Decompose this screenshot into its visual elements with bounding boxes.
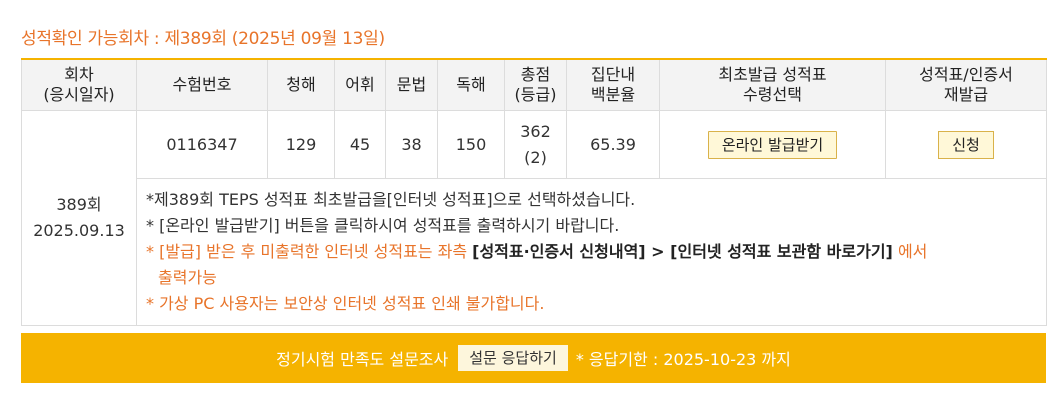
note-line-3-path: [성적표·인증서 신청내역] > [인터넷 성적표 보관함 바로가기]: [472, 242, 893, 261]
table-row: 389회 2025.09.13 0116347 129 45 38 150 36…: [21, 110, 1047, 326]
header-percentile-sub: 백분율: [590, 85, 636, 104]
notes-cell: *제389회 TEPS 성적표 최초발급을[인터넷 성적표]으로 선택하셨습니다…: [136, 178, 1047, 326]
header-first-issue: 최초발급 성적표 수령선택: [659, 58, 886, 111]
header-exam-no: 수험번호: [136, 58, 268, 111]
survey-answer-button[interactable]: 설문 응답하기: [458, 345, 568, 371]
header-reissue-sub: 재발급: [943, 85, 989, 104]
survey-label: 정기시험 만족도 설문조사: [276, 350, 449, 369]
cell-exam-no: 0116347: [136, 110, 268, 179]
header-percentile: 집단내 백분율: [566, 58, 660, 111]
header-first-issue-label: 최초발급 성적표: [718, 65, 827, 84]
header-total: 총점 (등급): [504, 58, 567, 111]
round-value: 389회: [56, 195, 102, 214]
note-line-3: * [발급] 받은 후 미출력한 인터넷 성적표는 좌측 [성적표·인증서 신청…: [146, 239, 1046, 265]
header-first-issue-sub: 수령선택: [743, 85, 802, 104]
note-line-4: 출력가능: [158, 268, 217, 287]
note-line-3-text: * [발급] 받은 후 미출력한 인터넷 성적표는 좌측: [146, 242, 473, 261]
note-line-3-suffix: 에서: [892, 242, 928, 261]
header-reissue: 성적표/인증서 재발급: [885, 58, 1047, 111]
note-line-1: *제389회 TEPS 성적표 최초발급을[인터넷 성적표]으로 선택하셨습니다…: [146, 190, 636, 209]
header-round-label: 회차: [64, 65, 94, 84]
cell-grammar: 38: [385, 110, 438, 179]
score-table: 회차 (응시일자) 수험번호 청해 어휘 문법 독해 총점 (등급) 집단내 백…: [21, 58, 1047, 326]
header-total-sub: (등급): [514, 85, 557, 104]
total-value: 362: [520, 121, 551, 141]
cell-reissue: 신청: [885, 110, 1047, 179]
header-round: 회차 (응시일자): [21, 58, 137, 111]
cell-vocab: 45: [334, 110, 386, 179]
reissue-apply-button[interactable]: 신청: [938, 130, 994, 159]
header-reading: 독해: [437, 58, 505, 111]
header-round-sub: (응시일자): [43, 85, 115, 104]
header-listening: 청해: [267, 58, 335, 111]
survey-deadline: * 응답기한 : 2025-10-23 까지: [575, 350, 791, 369]
header-reissue-label: 성적표/인증서: [919, 65, 1013, 84]
online-issue-button[interactable]: 온라인 발급받기: [707, 130, 838, 159]
cell-round: 389회 2025.09.13: [21, 110, 137, 326]
header-grammar: 문법: [385, 58, 438, 111]
grade-value: (2): [524, 147, 547, 167]
round-date: 2025.09.13: [33, 221, 125, 240]
header-vocab: 어휘: [334, 58, 386, 111]
header-total-label: 총점: [520, 65, 551, 84]
cell-percentile: 65.39: [566, 110, 660, 179]
available-round-title: 성적확인 가능회차 : 제389회 (2025년 09월 13일): [21, 29, 385, 49]
header-percentile-label: 집단내: [590, 65, 636, 84]
cell-reading: 150: [437, 110, 505, 179]
notes-row: *제389회 TEPS 성적표 최초발급을[인터넷 성적표]으로 선택하셨습니다…: [22, 178, 1047, 326]
cell-listening: 129: [267, 110, 335, 179]
table-header-row: 회차 (응시일자) 수험번호 청해 어휘 문법 독해 총점 (등급) 집단내 백…: [21, 58, 1047, 111]
note-line-2: * [온라인 발급받기] 버튼을 클릭하시여 성적표를 출력하시기 바랍니다.: [146, 216, 620, 235]
cell-first-issue: 온라인 발급받기: [659, 110, 886, 179]
note-line-5: * 가상 PC 사용자는 보안상 인터넷 성적표 인쇄 불가합니다.: [146, 294, 545, 313]
cell-total: 362 (2): [504, 110, 567, 179]
survey-bar: 정기시험 만족도 설문조사 설문 응답하기 * 응답기한 : 2025-10-2…: [21, 333, 1046, 383]
